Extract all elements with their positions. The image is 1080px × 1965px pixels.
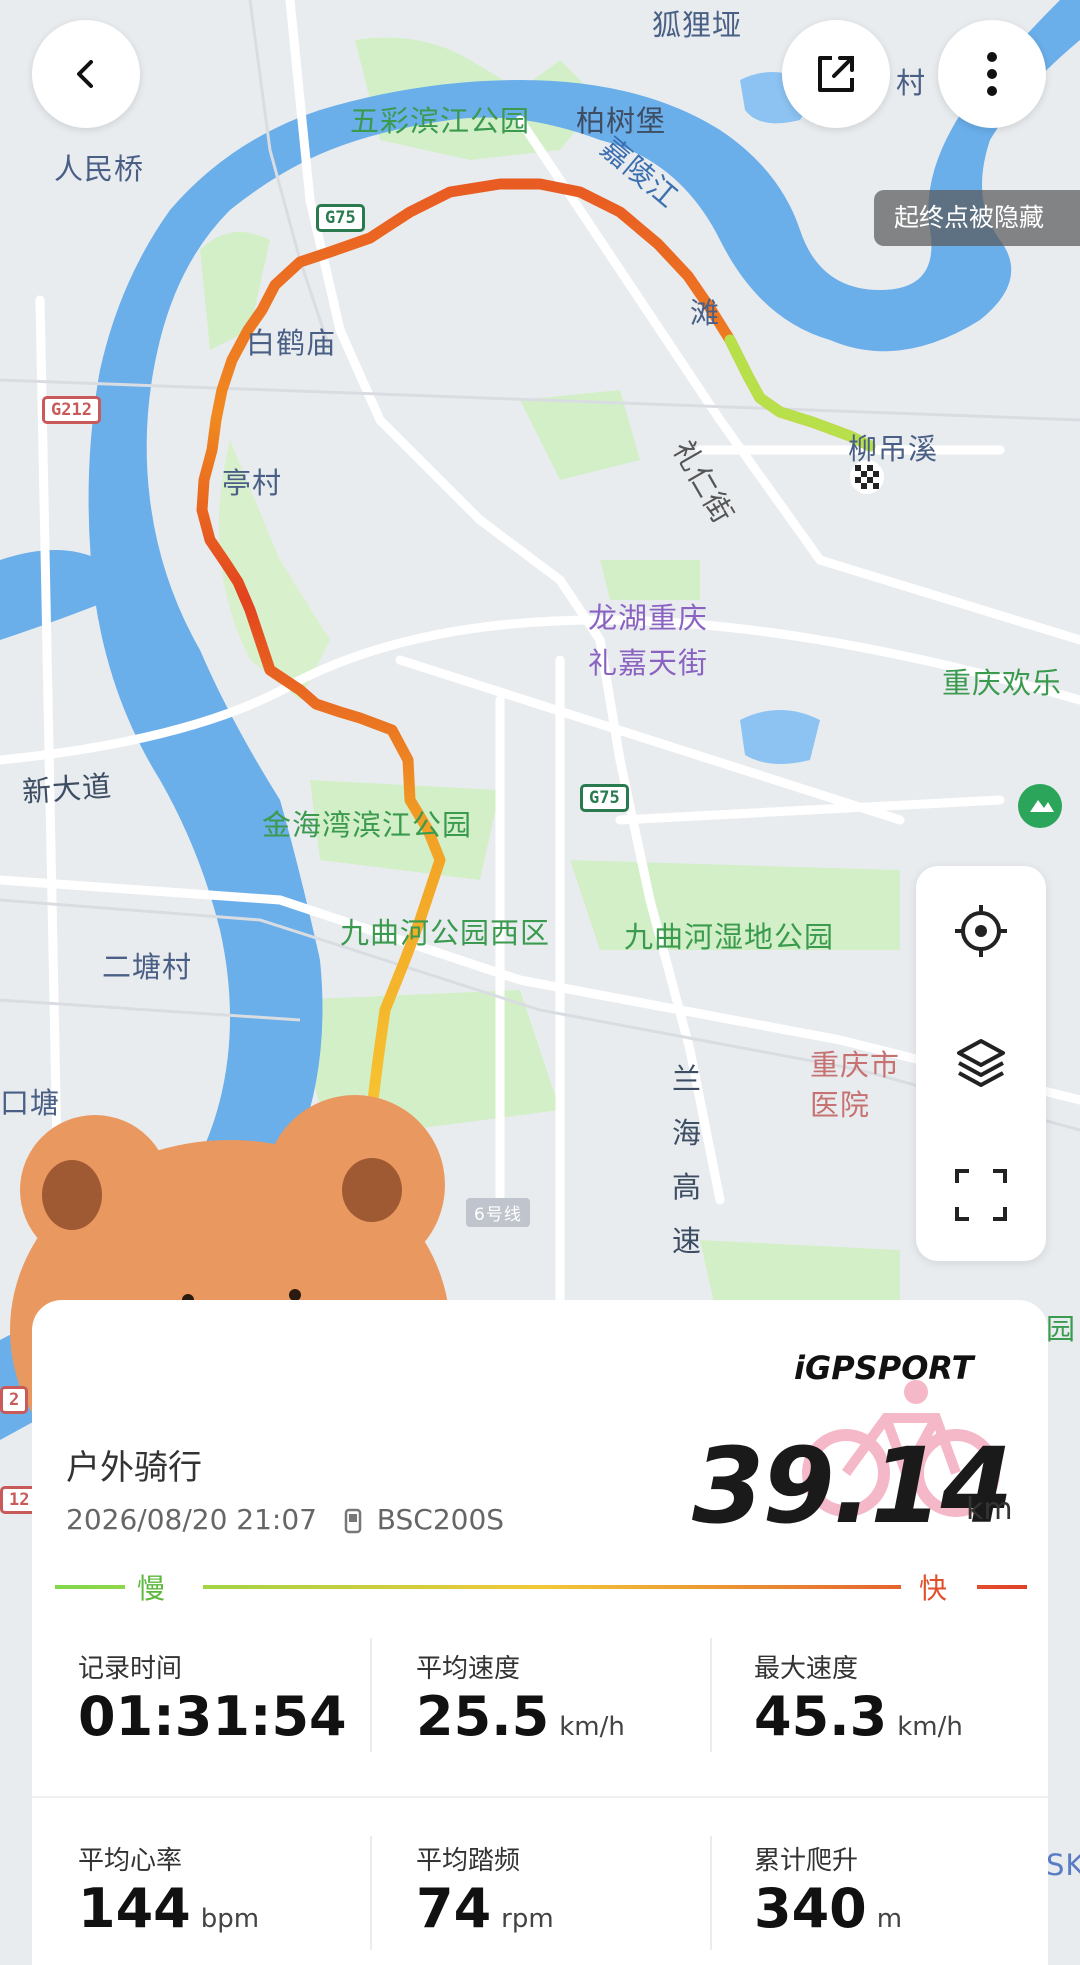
- more-button[interactable]: [938, 20, 1046, 128]
- map-label: 滩: [690, 296, 721, 330]
- fast-label: 快: [919, 1572, 948, 1605]
- distance-value: 39.14: [692, 1425, 1013, 1547]
- map-label: 柳吊溪: [848, 432, 939, 466]
- more-icon: [987, 52, 997, 96]
- map-label: 五彩滨江公园: [350, 104, 531, 138]
- stat-max-speed: 最大速度 45.3 km/h: [754, 1654, 963, 1748]
- locate-icon: [955, 905, 1007, 957]
- activity-meta: 2026/08/20 21:07 BSC200S: [66, 1503, 504, 1536]
- share-icon: [818, 56, 854, 92]
- stat-avg-speed: 平均速度 25.5 km/h: [416, 1654, 625, 1748]
- stat-avg-heart-rate: 平均心率 144 bpm: [78, 1846, 260, 1940]
- start-end-hidden-tooltip: 起终点被隐藏: [874, 190, 1080, 246]
- poi-marker-icon: [1018, 784, 1062, 828]
- map-label: 兰海高速: [672, 1062, 703, 1258]
- highway-shield: 2: [0, 1386, 29, 1414]
- share-button[interactable]: [782, 20, 890, 128]
- map-label: 新大道: [21, 768, 114, 810]
- map-label: 园: [1046, 1312, 1077, 1346]
- stat-avg-cadence: 平均踏频 74 rpm: [416, 1846, 554, 1940]
- distance-unit: km: [966, 1492, 1013, 1527]
- stat-elevation-gain: 累计爬升 340 m: [754, 1846, 903, 1940]
- map-label: 重庆欢乐: [942, 666, 1063, 700]
- map-label: SK: [1046, 1848, 1080, 1882]
- map-label: 人民桥: [54, 152, 145, 186]
- map-controls: [916, 866, 1046, 1261]
- highway-shield: G75: [316, 204, 365, 232]
- brand-logo: iGPSPORT: [794, 1349, 974, 1387]
- back-icon: [77, 60, 93, 88]
- highway-shield: G75: [580, 784, 629, 812]
- map-label: 村: [896, 66, 927, 100]
- map-label: 狐狸垭: [652, 8, 743, 42]
- slow-label: 慢: [137, 1572, 166, 1605]
- locate-button[interactable]: [916, 866, 1046, 996]
- map-label: 口塘: [0, 1086, 61, 1120]
- map-label: 医院: [810, 1088, 871, 1122]
- activity-title[interactable]: 户外骑行: [66, 1440, 202, 1489]
- map-label: 九曲河公园西区: [340, 916, 551, 950]
- map-label: 二塘村: [102, 950, 193, 984]
- highway-shield: G212: [42, 396, 101, 424]
- layers-button[interactable]: [916, 998, 1046, 1128]
- device-name: BSC200S: [376, 1503, 505, 1536]
- map-label: 金海湾滨江公园: [262, 808, 473, 842]
- map-label: 龙湖重庆: [588, 601, 709, 635]
- map-label: 重庆市: [810, 1048, 901, 1082]
- device-icon: [344, 1508, 362, 1534]
- map-label: 九曲河湿地公园: [624, 920, 835, 954]
- map-label: 亭村: [222, 466, 283, 500]
- back-button[interactable]: [32, 20, 140, 128]
- activity-datetime: 2026/08/20 21:07: [66, 1503, 317, 1536]
- layers-icon: [957, 1039, 1005, 1087]
- speed-legend: 慢 快: [55, 1571, 1027, 1605]
- map-label: 礼嘉天街: [588, 646, 709, 680]
- fullscreen-icon: [955, 1169, 1007, 1221]
- map-label: 白鹤庙: [246, 326, 337, 360]
- stat-record-time: 记录时间 01:31:54: [78, 1654, 347, 1748]
- metro-line-badge: 6号线: [466, 1198, 530, 1227]
- fullscreen-button[interactable]: [916, 1130, 1046, 1260]
